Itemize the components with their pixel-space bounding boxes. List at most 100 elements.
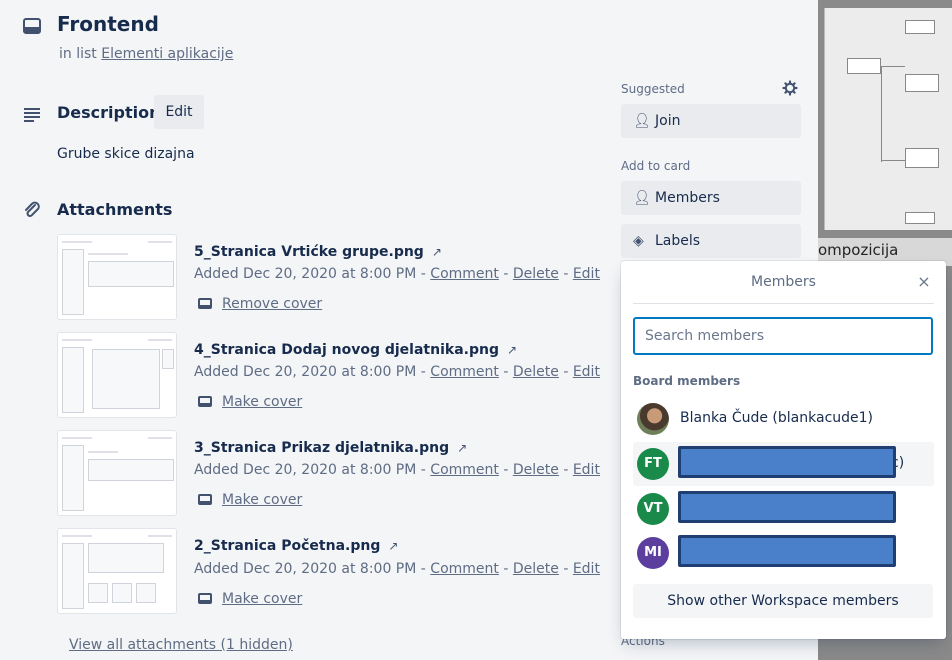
attachments-heading: Attachments [57, 200, 173, 219]
attachment-comment-link[interactable]: Comment [430, 364, 499, 380]
background-diagram-image [824, 8, 952, 230]
attachment-name[interactable]: 3_Stranica Prikaz djelatnika.png ↗ [194, 440, 467, 456]
attachment-name-text: 4_Stranica Dodaj novog djelatnika.png [194, 342, 499, 358]
attachment-meta: Added Dec 20, 2020 at 8:00 PM - Comment … [194, 561, 600, 577]
card-cover-icon [198, 298, 212, 309]
attachment-meta: Added Dec 20, 2020 at 8:00 PM - Comment … [194, 462, 600, 478]
in-list-prefix: in list [59, 46, 97, 62]
attachment-delete-link[interactable]: Delete [513, 364, 559, 380]
redacted-name [678, 446, 896, 478]
attachment-name[interactable]: 2_Stranica Početna.png ↗ [194, 538, 398, 554]
avatar [637, 403, 669, 435]
description-text[interactable]: Grube skice dizajna [57, 146, 195, 162]
member-row[interactable]: MI [633, 531, 934, 575]
labels-button[interactable]: ◈ Labels [621, 224, 801, 258]
separator: - [420, 462, 426, 478]
attachment-delete-link[interactable]: Delete [513, 266, 559, 282]
external-link-icon[interactable]: ↗ [388, 539, 398, 553]
cover-toggle[interactable]: Make cover [198, 492, 302, 508]
member-row[interactable]: FT c) [633, 442, 934, 486]
attachment-meta: Added Dec 20, 2020 at 8:00 PM - Comment … [194, 266, 600, 282]
separator: - [503, 266, 509, 282]
separator: - [563, 266, 569, 282]
person-icon: 👤︎ [633, 190, 651, 206]
suggested-label: Suggested [621, 82, 685, 96]
attachment-added-date: Added Dec 20, 2020 at 8:00 PM [194, 561, 417, 577]
tag-icon: ◈ [633, 233, 644, 249]
attachment-thumbnail[interactable] [57, 234, 177, 320]
attachment-name[interactable]: 4_Stranica Dodaj novog djelatnika.png ↗ [194, 342, 517, 358]
show-other-workspace-members-button[interactable]: Show other Workspace members [633, 584, 933, 618]
separator: - [420, 364, 426, 380]
redacted-name [678, 491, 896, 523]
cover-toggle[interactable]: Make cover [198, 591, 302, 607]
card-icon [22, 16, 42, 36]
attachment-name[interactable]: 5_Stranica Vrtićke grupe.png ↗ [194, 244, 442, 260]
attachment-edit-link[interactable]: Edit [573, 364, 600, 380]
separator: - [563, 462, 569, 478]
attachment-comment-link[interactable]: Comment [430, 561, 499, 577]
attachment-edit-link[interactable]: Edit [573, 462, 600, 478]
popover-divider [633, 303, 934, 304]
member-name: Blanka Čude (blankacude1) [680, 410, 874, 426]
gear-icon[interactable] [780, 80, 800, 100]
avatar: VT [637, 493, 669, 525]
redacted-name [678, 535, 896, 567]
search-members-input[interactable] [633, 317, 933, 355]
join-button[interactable]: 👤︎ Join [621, 104, 801, 138]
members-popover: Members × Board members Blanka Čude (bla… [621, 261, 946, 639]
cover-toggle[interactable]: Remove cover [198, 296, 322, 312]
attachment-edit-link[interactable]: Edit [573, 561, 600, 577]
separator: - [503, 462, 509, 478]
close-icon[interactable]: × [913, 271, 935, 293]
attachment-comment-link[interactable]: Comment [430, 462, 499, 478]
separator: - [503, 364, 509, 380]
cover-toggle[interactable]: Make cover [198, 394, 302, 410]
attachment-thumbnail[interactable] [57, 332, 177, 418]
attachment-comment-link[interactable]: Comment [430, 266, 499, 282]
card-cover-icon [198, 396, 212, 407]
avatar: MI [637, 537, 669, 569]
edit-description-button[interactable]: Edit [154, 95, 204, 129]
labels-label: Labels [655, 233, 701, 249]
member-row[interactable]: Blanka Čude (blankacude1) [633, 397, 934, 441]
members-button[interactable]: 👤︎ Members [621, 181, 801, 215]
attachment-thumbnail[interactable] [57, 528, 177, 614]
attachment-added-date: Added Dec 20, 2020 at 8:00 PM [194, 462, 417, 478]
attachment-added-date: Added Dec 20, 2020 at 8:00 PM [194, 364, 417, 380]
separator: - [503, 561, 509, 577]
card-cover-icon [198, 593, 212, 604]
separator: - [420, 561, 426, 577]
description-heading: Description [57, 103, 161, 122]
external-link-icon[interactable]: ↗ [507, 343, 517, 357]
external-link-icon[interactable]: ↗ [432, 245, 442, 259]
join-label: Join [655, 113, 681, 129]
attachment-name-text: 5_Stranica Vrtićke grupe.png [194, 244, 424, 260]
make-cover-link[interactable]: Make cover [222, 492, 302, 508]
list-link[interactable]: Elementi aplikacije [101, 46, 233, 62]
attachment-added-date: Added Dec 20, 2020 at 8:00 PM [194, 266, 417, 282]
external-link-icon[interactable]: ↗ [457, 441, 467, 455]
attachment-thumbnail[interactable] [57, 430, 177, 516]
view-all-attachments-link[interactable]: View all attachments (1 hidden) [69, 637, 293, 653]
card-title[interactable]: Frontend [57, 12, 159, 36]
attachment-meta: Added Dec 20, 2020 at 8:00 PM - Comment … [194, 364, 600, 380]
separator: - [420, 266, 426, 282]
in-list-text: in list Elementi aplikacije [59, 46, 233, 62]
card-cover-icon [198, 494, 212, 505]
attachment-delete-link[interactable]: Delete [513, 462, 559, 478]
make-cover-link[interactable]: Make cover [222, 591, 302, 607]
make-cover-link[interactable]: Make cover [222, 394, 302, 410]
attachment-edit-link[interactable]: Edit [573, 266, 600, 282]
paperclip-icon [22, 200, 42, 220]
member-row[interactable]: VT [633, 487, 934, 531]
attachment-delete-link[interactable]: Delete [513, 561, 559, 577]
board-members-label: Board members [633, 374, 741, 388]
members-label: Members [655, 190, 720, 206]
remove-cover-link[interactable]: Remove cover [222, 296, 322, 312]
description-icon [22, 104, 42, 124]
avatar: FT [637, 448, 669, 480]
attachment-name-text: 3_Stranica Prikaz djelatnika.png [194, 440, 450, 456]
separator: - [563, 364, 569, 380]
separator: - [563, 561, 569, 577]
